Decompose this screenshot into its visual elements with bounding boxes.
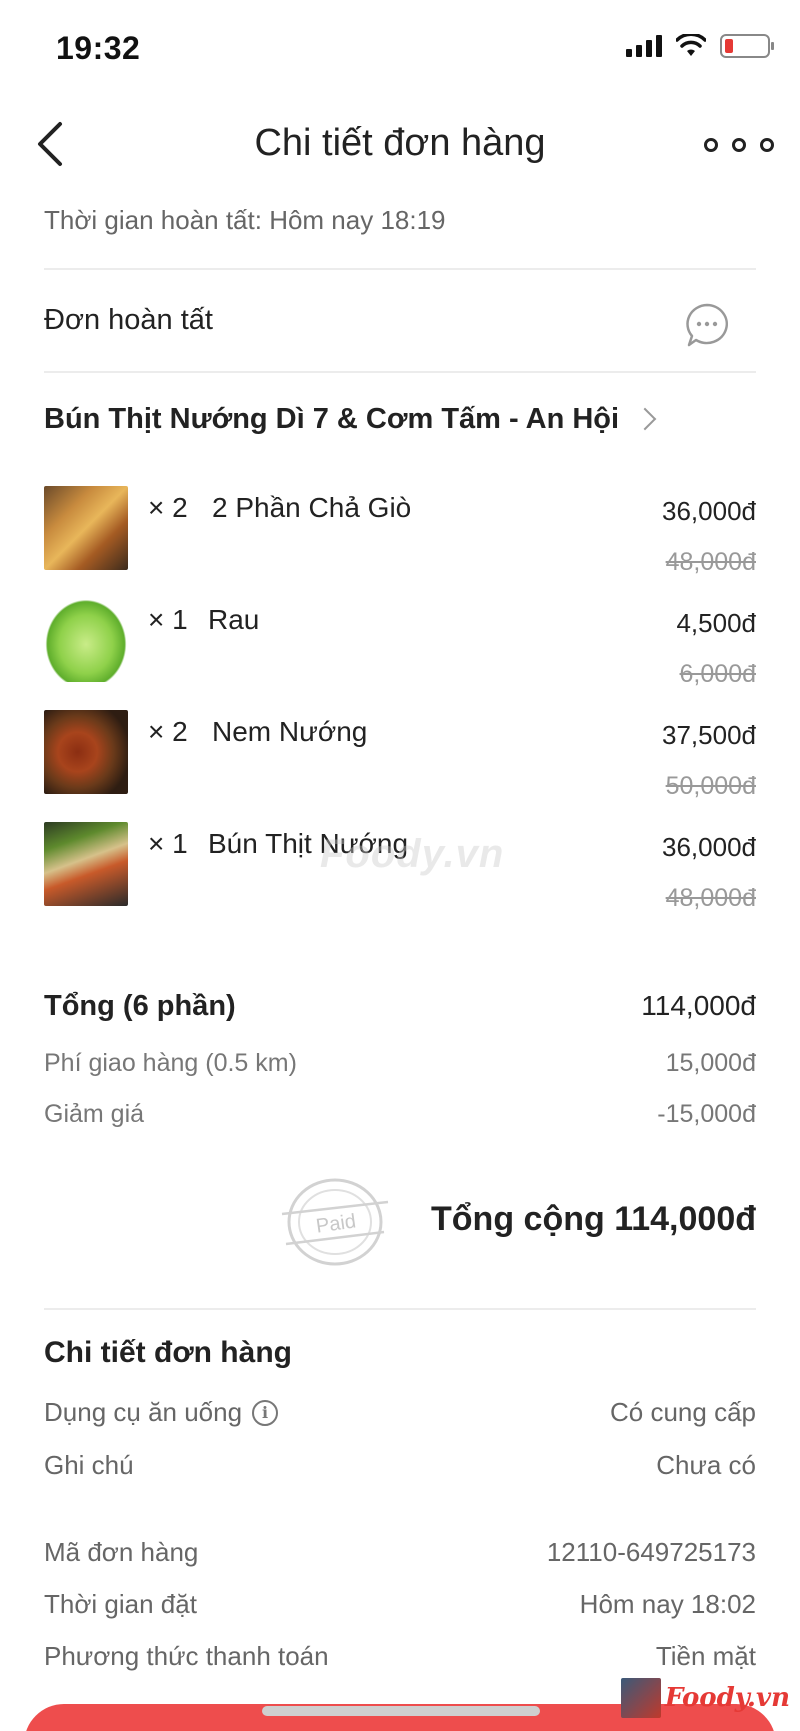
- item-name: Rau: [208, 604, 260, 635]
- item-price: 4,500đ: [676, 608, 756, 638]
- item-price: 36,000đ: [662, 496, 756, 526]
- completion-time: Thời gian hoàn tất: Hôm nay 18:19: [44, 205, 446, 235]
- shipping-fee-value: 15,000đ: [665, 1049, 756, 1077]
- more-options-button[interactable]: [704, 130, 774, 160]
- foody-logo: Foody.vn: [620, 1678, 790, 1718]
- page-title: Chi tiết đơn hàng: [254, 122, 546, 164]
- order-status-row: Đơn hoàn tất: [44, 272, 756, 372]
- wifi-icon: [676, 34, 706, 56]
- item-quantity: × 2: [148, 716, 188, 747]
- divider: [44, 371, 756, 373]
- order-item: × 2 Nem Nướng 37,500đ 50,000đ: [44, 710, 756, 800]
- item-quantity: × 1: [148, 604, 188, 635]
- divider: [44, 1308, 756, 1310]
- spring-roll-image: [44, 486, 128, 570]
- item-quantity: × 2: [148, 492, 188, 523]
- cellular-signal-icon: [626, 35, 662, 57]
- shipping-fee-row: Phí giao hàng (0.5 km) 15,000đ: [44, 1049, 756, 1078]
- paid-stamp-text: Paid: [315, 1210, 358, 1237]
- info-icon[interactable]: i: [252, 1399, 279, 1426]
- item-original-price: 50,000đ: [665, 772, 756, 800]
- restaurant-link[interactable]: Bún Thịt Nướng Dì 7 & Cơm Tấm - An Hội: [44, 396, 756, 442]
- status-bar: 19:32: [0, 0, 800, 100]
- restaurant-name: Bún Thịt Nướng Dì 7 & Cơm Tấm - An Hội: [44, 402, 620, 435]
- chevron-right-icon: [633, 407, 657, 431]
- note-value: Chưa có: [656, 1450, 756, 1480]
- item-original-price: 48,000đ: [665, 884, 756, 912]
- note-row: Ghi chú Chưa có: [44, 1450, 756, 1481]
- order-details-title: Chi tiết đơn hàng: [44, 1336, 292, 1369]
- utensils-label-group: Dụng cụ ăn uống i: [44, 1397, 279, 1428]
- utensils-value: Có cung cấp: [610, 1397, 756, 1427]
- status-time: 19:32: [56, 30, 141, 66]
- note-label: Ghi chú: [44, 1450, 134, 1480]
- order-item: × 2 2 Phần Chả Giò 36,000đ 48,000đ: [44, 486, 756, 576]
- subtotal-value: 114,000đ: [641, 990, 756, 1021]
- divider: [44, 268, 756, 270]
- lettuce-image: [44, 598, 128, 682]
- discount-row: Giảm giá -15,000đ: [44, 1100, 756, 1129]
- battery-icon: [720, 34, 774, 58]
- nav-bar: Chi tiết đơn hàng: [0, 100, 800, 190]
- foody-logo-text: Foody.vn: [664, 1683, 790, 1713]
- more-dot-icon: [732, 138, 746, 152]
- payment-method-label: Phương thức thanh toán: [44, 1641, 329, 1671]
- order-id-label: Mã đơn hàng: [44, 1537, 199, 1567]
- item-name: 2 Phần Chả Giò: [212, 492, 412, 523]
- grilled-sausage-image: [44, 710, 128, 794]
- home-indicator: [262, 1706, 540, 1716]
- chat-bubble-icon: [686, 303, 728, 347]
- paid-stamp-icon: Paid: [280, 1172, 390, 1272]
- order-item: × 1 Rau 4,500đ 6,000đ: [44, 598, 756, 688]
- subtotal-label: Tổng (6 phần): [44, 990, 236, 1022]
- item-price: 36,000đ: [662, 832, 756, 862]
- payment-method-value: Tiền mặt: [655, 1641, 756, 1671]
- foody-thumbnail: [620, 1678, 661, 1718]
- utensils-row: Dụng cụ ăn uống i Có cung cấp: [44, 1397, 756, 1428]
- subtotal-row: Tổng (6 phần) 114,000đ: [44, 990, 756, 1023]
- order-time-label: Thời gian đặt: [44, 1589, 197, 1619]
- shipping-fee-label: Phí giao hàng (0.5 km): [44, 1049, 297, 1077]
- status-icons: [626, 34, 774, 58]
- order-id-value: 12110-649725173: [546, 1537, 756, 1567]
- item-name: Nem Nướng: [212, 716, 368, 747]
- item-original-price: 48,000đ: [665, 548, 756, 576]
- discount-label: Giảm giá: [44, 1100, 145, 1128]
- item-original-price: 6,000đ: [679, 660, 756, 688]
- more-dot-icon: [760, 138, 774, 152]
- item-price: 37,500đ: [662, 720, 756, 750]
- vermicelli-bowl-image: [44, 822, 128, 906]
- order-id-row: Mã đơn hàng 12110-649725173: [44, 1537, 756, 1568]
- order-time-value: Hôm nay 18:02: [579, 1589, 756, 1619]
- payment-method-row: Phương thức thanh toán Tiền mặt: [44, 1641, 756, 1672]
- foody-watermark: Foody.vn: [320, 832, 505, 876]
- order-status-label: Đơn hoàn tất: [44, 304, 213, 336]
- discount-value: -15,000đ: [657, 1100, 756, 1128]
- utensils-label: Dụng cụ ăn uống: [44, 1397, 243, 1427]
- grand-total: Tổng cộng 114,000đ: [431, 1200, 756, 1238]
- more-dot-icon: [704, 138, 718, 152]
- chat-button[interactable]: [684, 302, 730, 348]
- item-quantity: × 1: [148, 828, 188, 859]
- order-time-row: Thời gian đặt Hôm nay 18:02: [44, 1589, 756, 1620]
